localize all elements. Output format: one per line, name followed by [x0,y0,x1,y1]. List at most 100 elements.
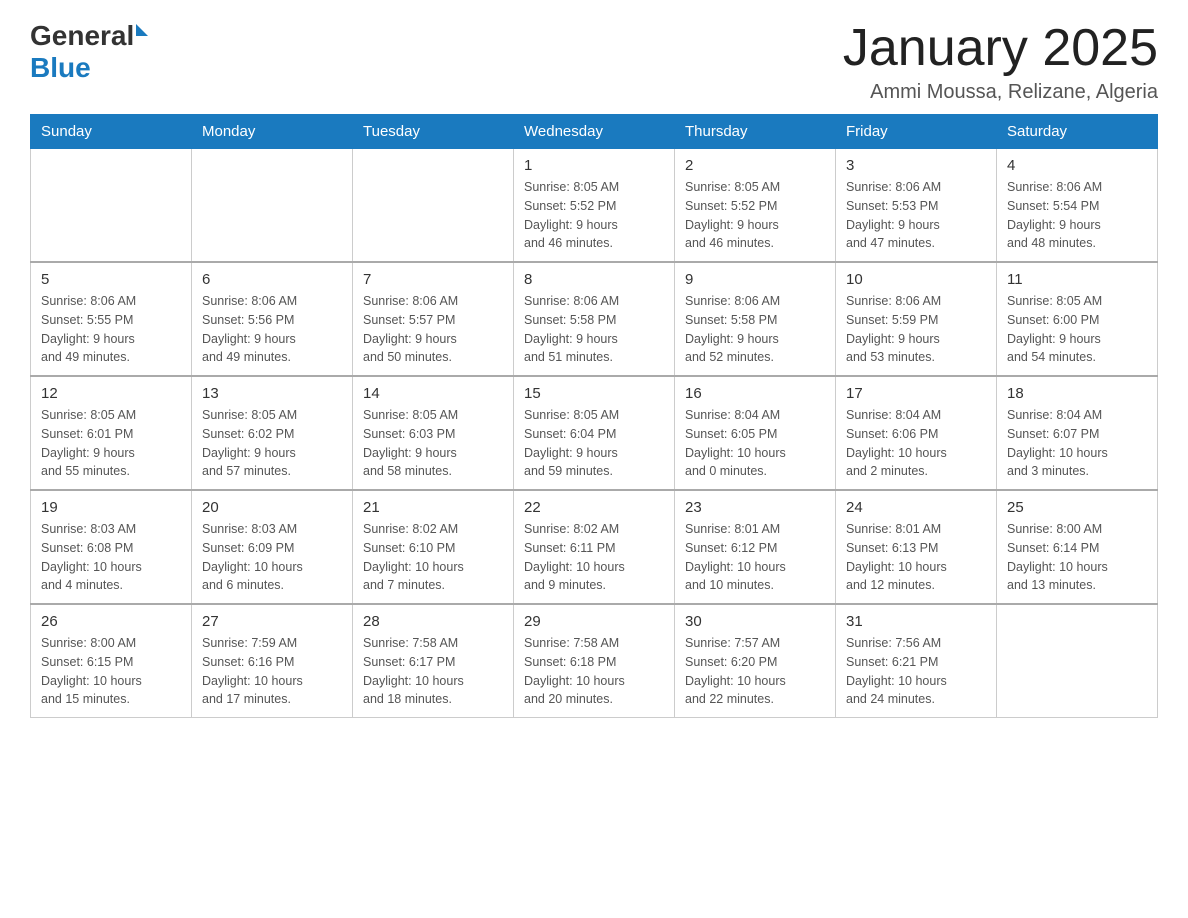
day-number: 28 [363,613,503,630]
day-number: 7 [363,271,503,288]
calendar-day-21: 21 Sunrise: 8:02 AM Sunset: 6:10 PM Dayli… [353,490,514,604]
day-info: Sunrise: 8:03 AM Sunset: 6:08 PM Dayligh… [41,520,181,595]
weekday-header-monday: Monday [192,115,353,149]
calendar-subtitle: Ammi Moussa, Relizane, Algeria [843,81,1158,104]
calendar-day-15: 15 Sunrise: 8:05 AM Sunset: 6:04 PM Dayli… [514,376,675,490]
page-header: General Blue January 2025 Ammi Moussa, R… [30,20,1158,104]
day-number: 10 [846,271,986,288]
day-info: Sunrise: 7:59 AM Sunset: 6:16 PM Dayligh… [202,634,342,709]
day-info: Sunrise: 8:00 AM Sunset: 6:15 PM Dayligh… [41,634,181,709]
day-info: Sunrise: 8:06 AM Sunset: 5:56 PM Dayligh… [202,292,342,367]
weekday-header-wednesday: Wednesday [514,115,675,149]
calendar-day-10: 10 Sunrise: 8:06 AM Sunset: 5:59 PM Dayli… [836,262,997,376]
calendar-day-2: 2 Sunrise: 8:05 AM Sunset: 5:52 PM Daylig… [675,149,836,263]
logo-blue-text: Blue [30,52,91,84]
calendar-week-row: 19 Sunrise: 8:03 AM Sunset: 6:08 PM Dayli… [31,490,1158,604]
day-info: Sunrise: 8:06 AM Sunset: 5:53 PM Dayligh… [846,178,986,253]
calendar-day-22: 22Sunrise: 8:02 AM Sunset: 6:11 PM Dayli… [514,490,675,604]
calendar-day-14: 14 Sunrise: 8:05 AM Sunset: 6:03 PM Dayli… [353,376,514,490]
calendar-day-6: 6 Sunrise: 8:06 AM Sunset: 5:56 PM Daylig… [192,262,353,376]
calendar-week-row: 5 Sunrise: 8:06 AM Sunset: 5:55 PM Daylig… [31,262,1158,376]
day-number: 14 [363,385,503,402]
day-number: 19 [41,499,181,516]
logo: General Blue [30,20,148,84]
day-number: 15 [524,385,664,402]
calendar-day-7: 7 Sunrise: 8:06 AM Sunset: 5:57 PM Daylig… [353,262,514,376]
calendar-day-27: 27Sunrise: 7:59 AM Sunset: 6:16 PM Dayli… [192,604,353,718]
calendar-day-16: 16Sunrise: 8:04 AM Sunset: 6:05 PM Dayli… [675,376,836,490]
calendar-day-9: 9 Sunrise: 8:06 AM Sunset: 5:58 PM Daylig… [675,262,836,376]
calendar-day-3: 3 Sunrise: 8:06 AM Sunset: 5:53 PM Daylig… [836,149,997,263]
calendar-day-23: 23 Sunrise: 8:01 AM Sunset: 6:12 PM Dayli… [675,490,836,604]
day-info: Sunrise: 7:56 AM Sunset: 6:21 PM Dayligh… [846,634,986,709]
day-info: Sunrise: 8:06 AM Sunset: 5:55 PM Dayligh… [41,292,181,367]
calendar-header-row: SundayMondayTuesdayWednesdayThursdayFrid… [31,115,1158,149]
day-info: Sunrise: 8:05 AM Sunset: 6:00 PM Dayligh… [1007,292,1147,367]
day-number: 23 [685,499,825,516]
day-number: 3 [846,157,986,174]
calendar-title: January 2025 [843,20,1158,77]
day-number: 25 [1007,499,1147,516]
day-info: Sunrise: 7:58 AM Sunset: 6:17 PM Dayligh… [363,634,503,709]
calendar-day-18: 18 Sunrise: 8:04 AM Sunset: 6:07 PM Dayli… [997,376,1158,490]
day-number: 18 [1007,385,1147,402]
day-number: 6 [202,271,342,288]
day-number: 24 [846,499,986,516]
calendar-day-17: 17 Sunrise: 8:04 AM Sunset: 6:06 PM Dayli… [836,376,997,490]
calendar-day-12: 12Sunrise: 8:05 AM Sunset: 6:01 PM Dayli… [31,376,192,490]
day-number: 31 [846,613,986,630]
calendar-day-5: 5 Sunrise: 8:06 AM Sunset: 5:55 PM Daylig… [31,262,192,376]
day-info: Sunrise: 8:00 AM Sunset: 6:14 PM Dayligh… [1007,520,1147,595]
day-info: Sunrise: 8:04 AM Sunset: 6:05 PM Dayligh… [685,406,825,481]
calendar-week-row: 26 Sunrise: 8:00 AM Sunset: 6:15 PM Dayli… [31,604,1158,718]
calendar-day-26: 26 Sunrise: 8:00 AM Sunset: 6:15 PM Dayli… [31,604,192,718]
day-info: Sunrise: 8:01 AM Sunset: 6:13 PM Dayligh… [846,520,986,595]
day-info: Sunrise: 8:02 AM Sunset: 6:10 PM Dayligh… [363,520,503,595]
day-info: Sunrise: 8:05 AM Sunset: 5:52 PM Dayligh… [524,178,664,253]
day-number: 9 [685,271,825,288]
day-info: Sunrise: 8:05 AM Sunset: 6:02 PM Dayligh… [202,406,342,481]
day-info: Sunrise: 8:05 AM Sunset: 5:52 PM Dayligh… [685,178,825,253]
day-info: Sunrise: 7:58 AM Sunset: 6:18 PM Dayligh… [524,634,664,709]
weekday-header-tuesday: Tuesday [353,115,514,149]
calendar-day-1: 1Sunrise: 8:05 AM Sunset: 5:52 PM Daylig… [514,149,675,263]
calendar-day-30: 30 Sunrise: 7:57 AM Sunset: 6:20 PM Dayli… [675,604,836,718]
day-number: 4 [1007,157,1147,174]
day-number: 11 [1007,271,1147,288]
weekday-header-thursday: Thursday [675,115,836,149]
day-info: Sunrise: 8:06 AM Sunset: 5:58 PM Dayligh… [685,292,825,367]
calendar-empty-cell [192,149,353,263]
day-number: 8 [524,271,664,288]
day-number: 26 [41,613,181,630]
day-info: Sunrise: 8:05 AM Sunset: 6:03 PM Dayligh… [363,406,503,481]
calendar-day-13: 13 Sunrise: 8:05 AM Sunset: 6:02 PM Dayli… [192,376,353,490]
day-info: Sunrise: 8:05 AM Sunset: 6:04 PM Dayligh… [524,406,664,481]
day-info: Sunrise: 7:57 AM Sunset: 6:20 PM Dayligh… [685,634,825,709]
calendar-day-20: 20Sunrise: 8:03 AM Sunset: 6:09 PM Dayli… [192,490,353,604]
day-number: 30 [685,613,825,630]
calendar-week-row: 1Sunrise: 8:05 AM Sunset: 5:52 PM Daylig… [31,149,1158,263]
calendar-week-row: 12Sunrise: 8:05 AM Sunset: 6:01 PM Dayli… [31,376,1158,490]
day-info: Sunrise: 8:06 AM Sunset: 5:59 PM Dayligh… [846,292,986,367]
day-number: 29 [524,613,664,630]
weekday-header-friday: Friday [836,115,997,149]
day-number: 13 [202,385,342,402]
day-info: Sunrise: 8:04 AM Sunset: 6:06 PM Dayligh… [846,406,986,481]
day-number: 5 [41,271,181,288]
logo-general-text: General [30,20,134,52]
day-info: Sunrise: 8:02 AM Sunset: 6:11 PM Dayligh… [524,520,664,595]
day-info: Sunrise: 8:06 AM Sunset: 5:54 PM Dayligh… [1007,178,1147,253]
day-info: Sunrise: 8:04 AM Sunset: 6:07 PM Dayligh… [1007,406,1147,481]
calendar-empty-cell [997,604,1158,718]
calendar-empty-cell [353,149,514,263]
calendar-day-4: 4 Sunrise: 8:06 AM Sunset: 5:54 PM Daylig… [997,149,1158,263]
calendar-day-19: 19 Sunrise: 8:03 AM Sunset: 6:08 PM Dayli… [31,490,192,604]
day-info: Sunrise: 8:01 AM Sunset: 6:12 PM Dayligh… [685,520,825,595]
day-number: 20 [202,499,342,516]
day-number: 21 [363,499,503,516]
weekday-header-saturday: Saturday [997,115,1158,149]
day-info: Sunrise: 8:06 AM Sunset: 5:57 PM Dayligh… [363,292,503,367]
day-info: Sunrise: 8:05 AM Sunset: 6:01 PM Dayligh… [41,406,181,481]
day-number: 2 [685,157,825,174]
day-number: 17 [846,385,986,402]
